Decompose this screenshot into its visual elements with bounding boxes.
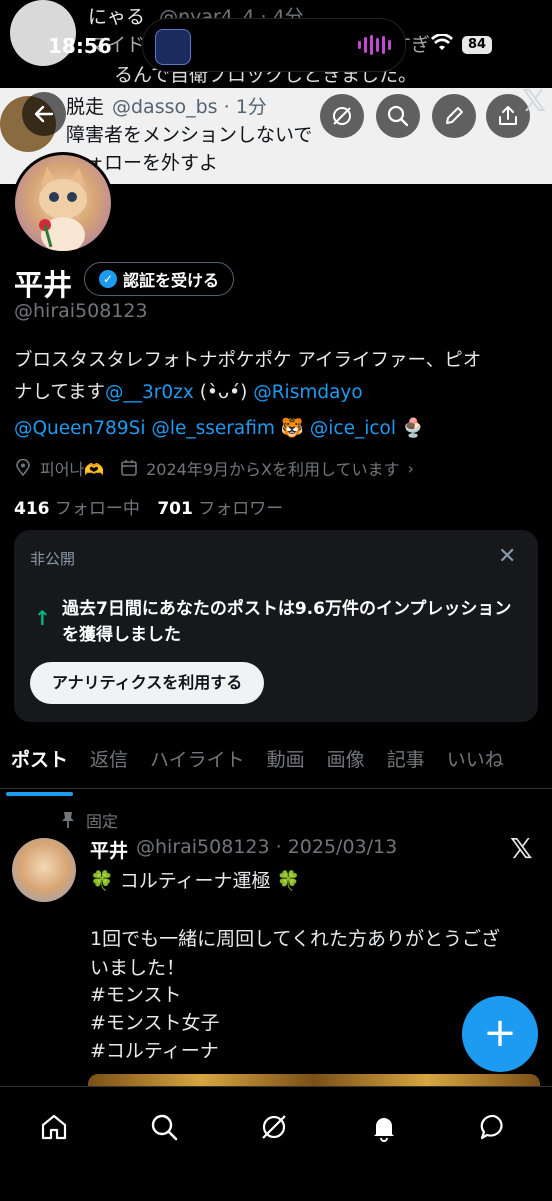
profile-bio-line-1: ブロスタスタレフォトナポケポケ アイライファー、ピオ	[14, 350, 482, 371]
share-icon	[499, 106, 517, 125]
tab-videos[interactable]: 動画	[256, 740, 316, 788]
tab-replies[interactable]: 返信	[79, 740, 139, 788]
dynamic-island[interactable]	[142, 18, 406, 72]
profile-avatar[interactable]	[12, 152, 114, 254]
following-link[interactable]: 416 フォロー中	[14, 499, 140, 519]
tweet-text-line: 🍀 コルティーナ運極 🍀	[90, 870, 301, 892]
search-icon[interactable]	[142, 1105, 186, 1149]
bio-emoji: (•̀ᴗ•́)	[199, 382, 248, 403]
search-icon	[387, 105, 409, 127]
calendar-icon	[121, 460, 137, 476]
verified-badge-icon: ✓	[99, 270, 117, 288]
pinned-label: 固定	[86, 812, 119, 831]
pinned-indicator: 固定	[60, 808, 118, 832]
tweet-avatar[interactable]	[12, 838, 76, 902]
hashtag-link[interactable]: #モンスト	[90, 980, 182, 1007]
profile-joined-date: 2024年9月からXを利用しています	[146, 460, 400, 479]
bio-mention-link[interactable]: @Queen789Si	[14, 418, 145, 439]
following-label: フォロー中	[54, 499, 140, 519]
close-icon[interactable]: ✕	[498, 544, 516, 569]
edit-icon	[446, 107, 463, 124]
status-time: 18:56	[48, 34, 112, 58]
header-tweet-text-1: 障害者をメンションしないで	[66, 124, 313, 146]
location-icon	[16, 459, 30, 477]
profile-location: 피어나🫶	[40, 460, 105, 479]
bio-emoji: 🐯	[280, 418, 304, 439]
tab-highlights[interactable]: ハイライト	[139, 740, 256, 788]
profile-meta: 피어나🫶 2024年9月からXを利用しています ›	[14, 456, 414, 480]
get-verified-label: 認証を受ける	[123, 271, 220, 290]
tab-posts[interactable]: ポスト	[0, 740, 79, 796]
tweet-media-image[interactable]	[88, 1074, 540, 1086]
follow-stats: 416 フォロー中 701 フォロワー	[14, 494, 283, 519]
bottom-navigation	[0, 1086, 552, 1201]
analytics-card: 非公開 ✕ ↑ 過去7日間にあなたのポストは9.6万件のインプレッションを獲得し…	[14, 530, 538, 722]
x-logo-icon: 𝕏	[522, 84, 547, 119]
profile-display-name: 平井	[14, 268, 73, 302]
audio-bars-icon	[358, 35, 391, 55]
profile-bio-line-3: @Queen789Si @le_sserafim 🐯 @ice_icol 🍨	[14, 417, 425, 439]
search-button[interactable]	[376, 94, 420, 138]
now-playing-app-icon	[155, 29, 191, 65]
bio-emoji: 🍨	[401, 418, 425, 439]
back-arrow-icon	[34, 105, 54, 123]
wifi-icon	[430, 33, 454, 57]
x-logo-icon: 𝕏	[510, 832, 533, 865]
impressions-message: 過去7日間にあなたのポストは9.6万件のインプレッションを獲得しました	[62, 599, 512, 645]
profile-handle: @hirai508123	[14, 300, 148, 322]
grok-icon	[333, 107, 351, 125]
private-label: 非公開	[30, 550, 76, 568]
grok-icon[interactable]	[252, 1105, 296, 1149]
kitten-avatar-icon	[39, 167, 87, 251]
profile-bio-line-2: ナしてます@__3r0zx (•̀ᴗ•́) @Rismdayo	[14, 378, 363, 404]
followers-count: 701	[157, 499, 193, 519]
bio-mention-link[interactable]: @__3r0zx	[105, 382, 194, 403]
get-verified-button[interactable]: ✓ 認証を受ける	[84, 262, 235, 296]
bio-mention-link[interactable]: @ice_icol	[310, 418, 396, 439]
battery-indicator: 84	[462, 36, 492, 54]
following-count: 416	[14, 499, 50, 519]
bio-mention-link[interactable]: @le_sserafim	[151, 418, 275, 439]
edit-button[interactable]	[432, 94, 476, 138]
header-tweet-name: 脱走	[66, 96, 105, 118]
arrow-up-icon: ↑	[34, 606, 51, 630]
tweet-author-name[interactable]: 平井	[90, 836, 128, 863]
messages-icon[interactable]	[472, 1105, 516, 1149]
bio-mention-link[interactable]: @Rismdayo	[253, 382, 363, 403]
notifications-icon[interactable]	[362, 1105, 406, 1149]
followers-link[interactable]: 701 フォロワー	[157, 499, 283, 519]
compose-post-button[interactable]: +	[462, 996, 538, 1072]
home-icon[interactable]	[32, 1105, 76, 1149]
tab-likes[interactable]: いいね	[436, 740, 515, 788]
grok-button[interactable]	[320, 94, 364, 138]
back-button[interactable]	[22, 92, 66, 136]
bio-text: ナしてます	[14, 382, 106, 403]
chevron-right-icon[interactable]: ›	[407, 459, 413, 478]
followers-label: フォロワー	[198, 499, 284, 519]
profile-tabs: ポスト 返信 ハイライト 動画 画像 記事 いいね	[0, 740, 552, 796]
hashtag-link[interactable]: #モンスト女子	[90, 1008, 220, 1035]
tweet-handle-date: @hirai508123 · 2025/03/13	[136, 836, 398, 858]
tab-articles[interactable]: 記事	[376, 740, 436, 788]
tweet-text-line: 1回でも一緒に周回してくれた方ありがとうござ	[90, 928, 500, 950]
analytics-button[interactable]: アナリティクスを利用する	[30, 662, 265, 704]
header-tweet-handle: @dasso_bs · 1分	[112, 96, 267, 118]
hashtag-link[interactable]: #コルティーナ	[90, 1036, 219, 1063]
tab-photos[interactable]: 画像	[316, 740, 376, 788]
pin-icon	[62, 812, 74, 828]
tweet-text-line: いました！	[90, 957, 186, 979]
